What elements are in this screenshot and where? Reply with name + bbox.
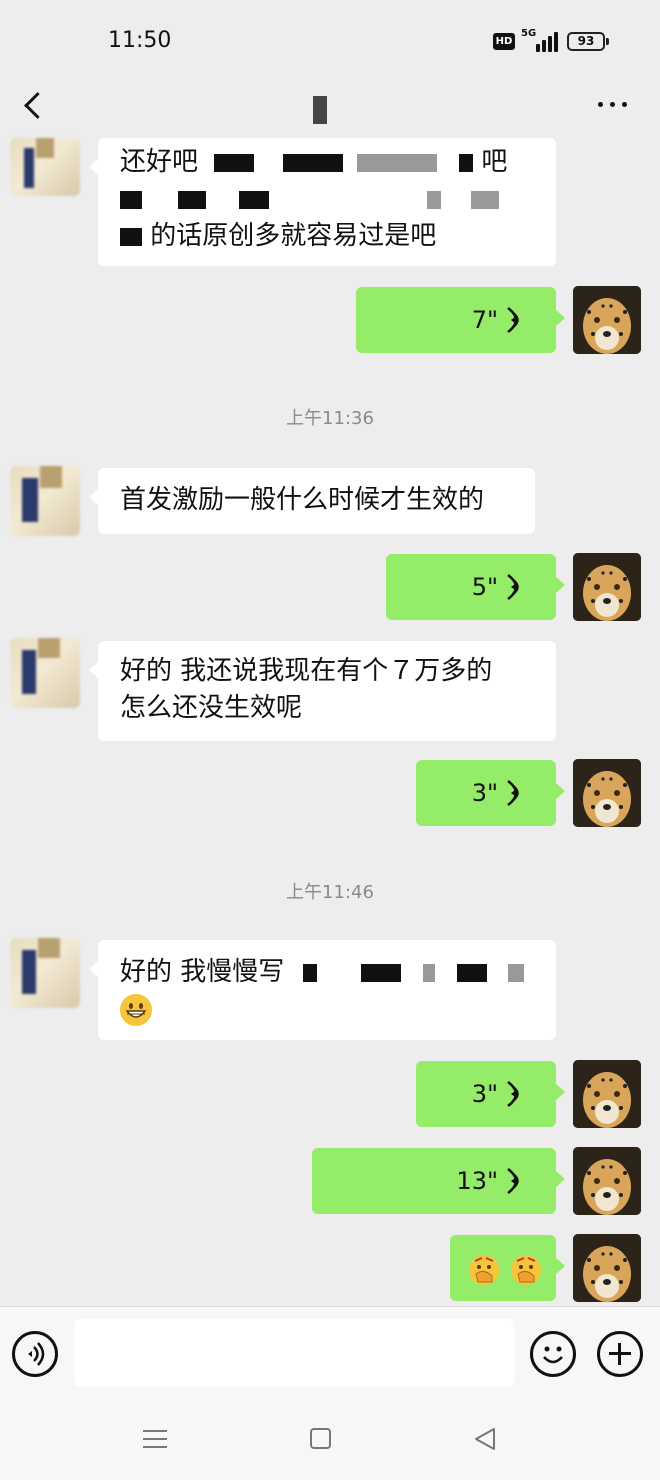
more-dots-icon[interactable] xyxy=(594,94,634,114)
redacted-text xyxy=(457,963,488,982)
system-navigation-bar xyxy=(0,1398,660,1480)
voice-wave-icon xyxy=(507,574,519,600)
voice-wave-icon xyxy=(507,1168,519,1194)
user-avatar-cheetah[interactable] xyxy=(573,759,641,827)
redacted-text xyxy=(214,153,255,172)
message-input[interactable] xyxy=(74,1319,514,1387)
contact-avatar[interactable] xyxy=(10,938,80,1008)
voice-message-bubble[interactable]: 3" xyxy=(416,1061,565,1127)
voice-duration: 3" xyxy=(471,779,498,807)
message-line xyxy=(120,991,534,1028)
chat-header xyxy=(0,80,660,136)
redacted-text xyxy=(423,963,436,982)
message-text: 首发激励一般什么时候才生效的 xyxy=(120,485,485,515)
message-text: 吧 xyxy=(481,147,508,177)
grinning-face-emoji xyxy=(120,993,152,1026)
voice-message-bubble[interactable]: 5" xyxy=(386,554,565,620)
timestamp: 上午11:46 xyxy=(286,882,374,903)
redacted-text xyxy=(120,227,142,246)
contact-avatar[interactable] xyxy=(10,638,80,708)
redacted-text xyxy=(471,190,500,209)
message-bubble-incoming[interactable]: 好的 我慢慢写 xyxy=(89,940,556,1040)
user-avatar-cheetah[interactable] xyxy=(573,1234,641,1302)
timestamp: 上午11:36 xyxy=(286,408,374,429)
message-text: 还好吧 xyxy=(120,147,199,177)
user-avatar-cheetah[interactable] xyxy=(573,1147,641,1215)
message-bubble-incoming[interactable]: 好的 我还说我现在有个７万多的 怎么还没生效呢 xyxy=(89,641,556,741)
voice-message-bubble[interactable]: 13" xyxy=(312,1148,565,1214)
user-avatar-cheetah[interactable] xyxy=(573,286,641,354)
voice-duration: 13" xyxy=(456,1167,498,1195)
contact-avatar[interactable] xyxy=(10,466,80,536)
message-text: 的话原创多就容易过是吧 xyxy=(150,221,437,251)
redacted-text xyxy=(360,963,401,982)
system-back-icon[interactable] xyxy=(472,1426,498,1452)
status-time: 11:50 xyxy=(108,28,172,53)
emoji-icon[interactable] xyxy=(530,1331,576,1377)
face-with-hand-over-mouth-emoji xyxy=(510,1254,542,1286)
user-avatar-cheetah[interactable] xyxy=(573,553,641,621)
message-line: 的话原创多就容易过是吧 xyxy=(120,218,534,255)
signal-icon xyxy=(532,32,560,52)
hd-badge: HD xyxy=(493,33,515,50)
input-bar xyxy=(0,1306,660,1398)
recent-apps-icon[interactable] xyxy=(143,1428,167,1450)
message-line: 还好吧 吧 xyxy=(120,144,534,181)
battery-indicator: 93 xyxy=(567,32,609,51)
redacted-text xyxy=(507,963,524,982)
status-bar: 11:50 HD 5G 93 xyxy=(0,0,660,80)
voice-duration: 7" xyxy=(471,306,498,334)
voice-message-bubble[interactable]: 7" xyxy=(356,287,565,353)
redacted-text xyxy=(238,190,269,209)
redacted-text xyxy=(120,190,142,209)
contact-avatar[interactable] xyxy=(10,138,80,196)
redacted-text xyxy=(282,153,343,172)
home-icon[interactable] xyxy=(310,1428,331,1449)
voice-wave-icon xyxy=(507,307,519,333)
chat-title-redacted xyxy=(313,96,327,124)
voice-wave-icon xyxy=(507,1081,519,1107)
message-line: 好的 我还说我现在有个７万多的 xyxy=(120,656,493,686)
message-text: 好的 我慢慢写 xyxy=(120,957,285,987)
voice-duration: 3" xyxy=(471,1080,498,1108)
redacted-text xyxy=(178,190,207,209)
message-bubble-incoming[interactable]: 还好吧 吧 的话原创多就容易过是吧 xyxy=(89,138,556,266)
message-line: 好的 我慢慢写 xyxy=(120,954,534,991)
chevron-left-icon[interactable] xyxy=(14,86,54,126)
message-bubble-incoming[interactable]: 首发激励一般什么时候才生效的 xyxy=(89,468,535,534)
redacted-text xyxy=(459,153,474,172)
user-avatar-cheetah[interactable] xyxy=(573,1060,641,1128)
voice-wave-icon xyxy=(507,780,519,806)
voice-message-bubble[interactable]: 3" xyxy=(416,760,565,826)
voice-toggle-icon[interactable] xyxy=(12,1331,58,1377)
redacted-text xyxy=(426,190,441,209)
plus-icon[interactable] xyxy=(597,1331,643,1377)
message-line: 怎么还没生效呢 xyxy=(120,693,303,723)
face-with-hand-over-mouth-emoji xyxy=(468,1254,500,1286)
redacted-text xyxy=(356,153,437,172)
redacted-text xyxy=(302,963,317,982)
message-bubble-outgoing[interactable] xyxy=(450,1235,565,1301)
message-line xyxy=(120,181,534,218)
voice-duration: 5" xyxy=(471,573,498,601)
